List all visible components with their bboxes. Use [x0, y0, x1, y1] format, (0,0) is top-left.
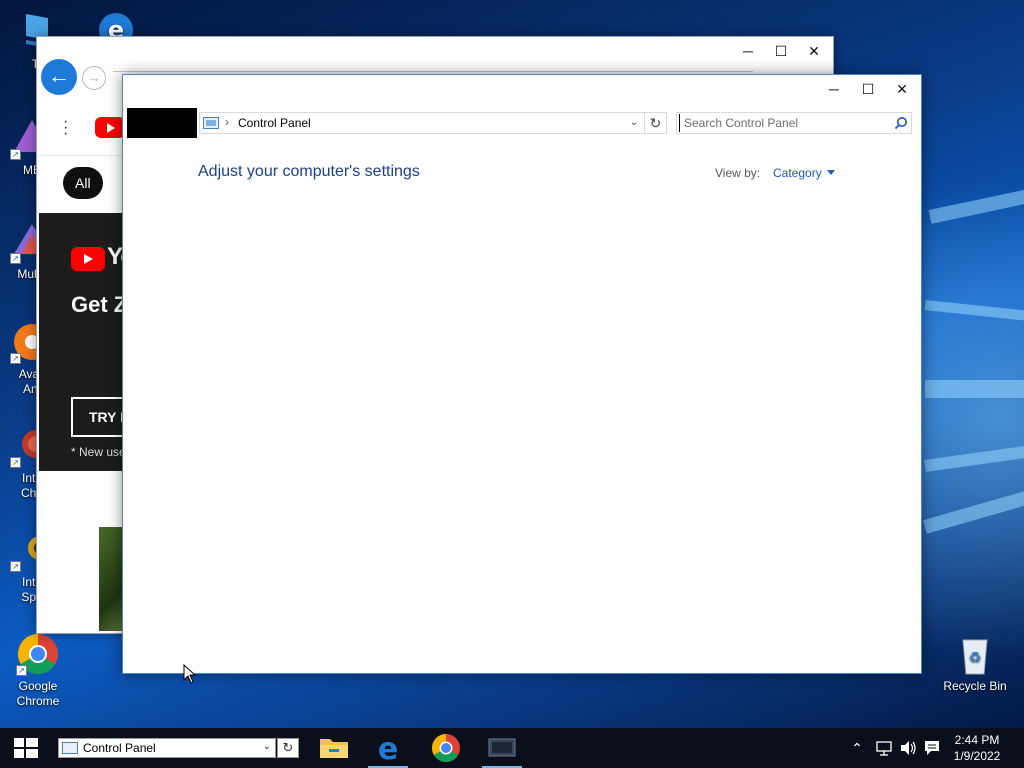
taskbar-chrome[interactable] [422, 728, 470, 768]
taskbar-address-toolbar[interactable]: Control Panel ⌄ [58, 738, 276, 758]
chevron-down-icon[interactable]: ⌄ [626, 114, 642, 132]
shortcut-arrow-icon: ↗ [10, 149, 21, 160]
wallpaper-beam [924, 432, 1024, 472]
minimize-button[interactable]: ─ [817, 75, 851, 103]
recycle-bin-icon: ♻ [953, 632, 997, 676]
address-bar[interactable]: › Control Panel ⌄ [199, 112, 645, 134]
windows-logo-icon [14, 738, 38, 758]
youtube-logo-icon [71, 247, 105, 271]
back-arrow-icon[interactable]: ← [41, 59, 77, 95]
filter-chip-all[interactable]: All [63, 167, 103, 199]
shortcut-arrow-icon: ↗ [16, 665, 27, 676]
chrome-icon: ↗ [16, 632, 60, 676]
maximize-button[interactable]: ☐ [764, 37, 798, 65]
volume-icon[interactable] [898, 728, 918, 768]
search-icon[interactable] [894, 116, 908, 130]
search-box[interactable] [676, 112, 912, 134]
svg-text:e: e [378, 732, 398, 767]
wallpaper-beam [924, 300, 1024, 331]
taskbar-edge[interactable]: e [364, 728, 412, 768]
clock-time: 2:44 PM [954, 733, 1000, 747]
taskbar-control-panel[interactable] [478, 728, 526, 768]
page-title: Adjust your computer's settings [198, 163, 420, 180]
search-input[interactable] [679, 114, 889, 132]
control-panel-icon [203, 117, 219, 129]
edge-icon: e [378, 732, 398, 767]
shortcut-arrow-icon: ↗ [10, 253, 21, 264]
svg-text:♻: ♻ [969, 650, 982, 666]
start-button[interactable] [0, 728, 52, 768]
title-bar[interactable]: ─ ☐ ✕ [123, 75, 921, 105]
maximize-button[interactable]: ☐ [851, 75, 885, 103]
shortcut-arrow-icon: ↗ [10, 561, 21, 572]
taskbar-refresh-button[interactable]: ↻ [277, 738, 299, 758]
chevron-down-icon[interactable]: ⌄ [263, 741, 271, 752]
system-clock[interactable]: 2:44 PM 1/9/2022 [948, 732, 1006, 764]
close-button[interactable]: ✕ [797, 37, 831, 65]
menu-dots-icon[interactable]: · · · [63, 114, 71, 142]
promo-note: * New use [71, 445, 126, 459]
folder-icon [320, 739, 348, 758]
wallpaper-beam [928, 168, 1024, 224]
breadcrumb-chevron-icon[interactable]: › [225, 115, 229, 129]
network-icon[interactable] [874, 728, 894, 768]
breadcrumb-control-panel[interactable]: Control Panel [238, 116, 311, 130]
show-hidden-icons-chevron-icon[interactable]: ⌃ [848, 728, 866, 768]
mouse-cursor-icon [183, 664, 197, 684]
wallpaper-beam [925, 380, 1024, 398]
view-by-label: View by: [715, 166, 761, 180]
chrome-icon [432, 734, 460, 762]
shortcut-arrow-icon: ↗ [10, 457, 21, 468]
wallpaper-beam [923, 465, 1024, 534]
redacted-nav-buttons [127, 108, 197, 138]
taskbar: Control Panel ⌄ ↻ e ⌃ 2:44 PM 1/9/2022 [0, 728, 1024, 768]
clock-date: 1/9/2022 [953, 749, 1001, 763]
control-panel-icon [488, 738, 516, 757]
forward-arrow-icon[interactable]: → [82, 66, 106, 90]
minimize-button[interactable]: ─ [731, 37, 765, 65]
desktop-icon-label: Google Chrome [16, 679, 60, 708]
desktop-icon-google-chrome[interactable]: ↗ Google Chrome [0, 632, 76, 709]
refresh-button[interactable]: ↻ [645, 112, 667, 134]
view-by-dropdown[interactable]: Category [773, 166, 835, 180]
shortcut-arrow-icon: ↗ [10, 353, 21, 364]
control-panel-window[interactable]: ─ ☐ ✕ › Control Panel ⌄ ↻ Adjust your co… [122, 74, 922, 674]
taskbar-address-label: Control Panel [83, 741, 156, 755]
taskbar-file-explorer[interactable] [310, 728, 358, 768]
control-panel-icon [62, 742, 78, 754]
close-button[interactable]: ✕ [885, 75, 919, 103]
desktop-icon-recycle-bin[interactable]: ♻ Recycle Bin [937, 632, 1013, 694]
youtube-logo-icon[interactable] [95, 117, 125, 138]
action-center-icon[interactable] [922, 728, 942, 768]
desktop-icon-label: Recycle Bin [943, 679, 1007, 693]
